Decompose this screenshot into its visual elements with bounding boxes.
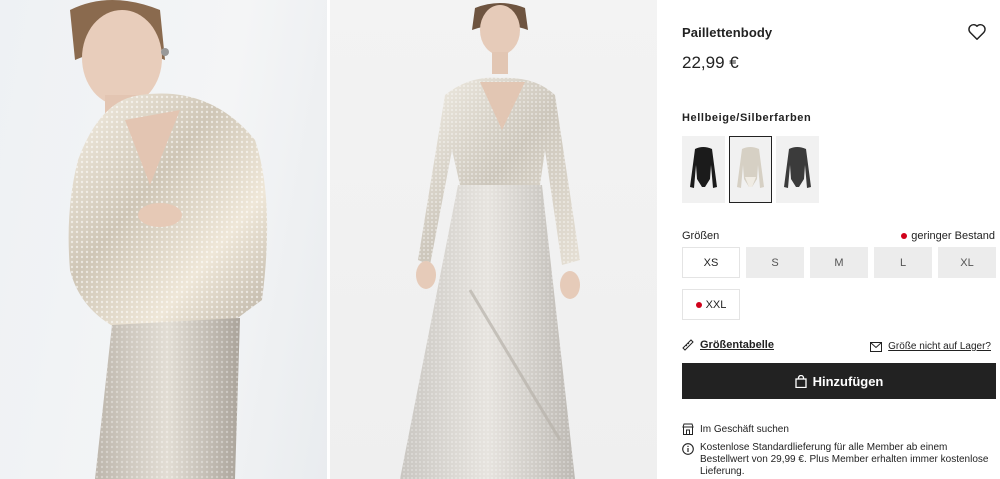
add-to-bag-button[interactable]: Hinzufügen [682, 363, 996, 399]
size-button-xl[interactable]: XL [938, 247, 996, 278]
add-to-bag-label: Hinzufügen [812, 373, 884, 389]
find-in-store-text: Im Geschäft suchen [700, 423, 789, 435]
size-label: XL [960, 256, 974, 269]
delivery-info: Kostenlose Standardlieferung für alle Me… [682, 442, 996, 478]
product-image-fullbody[interactable] [330, 0, 657, 479]
size-label: M [834, 256, 844, 269]
size-not-in-stock-text: Größe nicht auf Lager? [888, 341, 991, 352]
product-image-closeup[interactable] [0, 0, 327, 479]
low-stock-dot-icon [695, 301, 702, 308]
size-button-l[interactable]: L [874, 247, 932, 278]
grey-body-thumbnail-icon [784, 147, 811, 188]
product-price: 22,99 € [682, 53, 739, 72]
black-body-thumbnail-icon [690, 147, 717, 188]
low-stock-legend: geringer Bestand [901, 230, 995, 242]
store-icon [682, 423, 694, 435]
low-stock-text: geringer Bestand [911, 230, 995, 242]
size-label: L [899, 256, 907, 269]
color-swatches [682, 136, 819, 203]
model-fullbody-illustration [400, 3, 580, 479]
size-chart-link[interactable]: Größentabelle [682, 339, 774, 351]
size-label: XXL [705, 298, 727, 311]
delivery-info-text: Kostenlose Standardlieferung für alle Me… [700, 442, 989, 477]
favorite-heart-icon[interactable] [966, 20, 988, 42]
size-button-m[interactable]: M [810, 247, 868, 278]
product-details-panel: Paillettenbody 22,99 € Hellbeige/Silberf… [682, 0, 996, 479]
swatch-black[interactable] [682, 136, 725, 203]
selected-color-name: Hellbeige/Silberfarben [682, 112, 812, 124]
shopping-bag-icon [794, 374, 807, 388]
find-in-store-link[interactable]: Im Geschäft suchen [682, 423, 789, 435]
sizes-label: Größen [682, 230, 720, 242]
swatch-light-beige-silver[interactable] [729, 136, 772, 203]
model-closeup-illustration [68, 0, 268, 479]
low-stock-dot-icon [901, 233, 908, 239]
size-button-xxl[interactable]: XXL [682, 289, 740, 320]
swatch-dark-grey[interactable] [776, 136, 819, 203]
product-title: Paillettenbody [682, 25, 773, 40]
size-not-in-stock-link[interactable]: Größe nicht auf Lager? [870, 341, 991, 352]
beige-body-thumbnail-icon [737, 147, 764, 188]
size-label: XS [703, 256, 719, 269]
ruler-icon [682, 339, 694, 351]
size-button-xs[interactable]: XS [682, 247, 740, 278]
size-label: S [771, 256, 779, 269]
size-button-s[interactable]: S [746, 247, 804, 278]
size-chart-text: Größentabelle [700, 339, 774, 351]
info-icon [682, 443, 694, 455]
mail-icon [870, 341, 883, 352]
